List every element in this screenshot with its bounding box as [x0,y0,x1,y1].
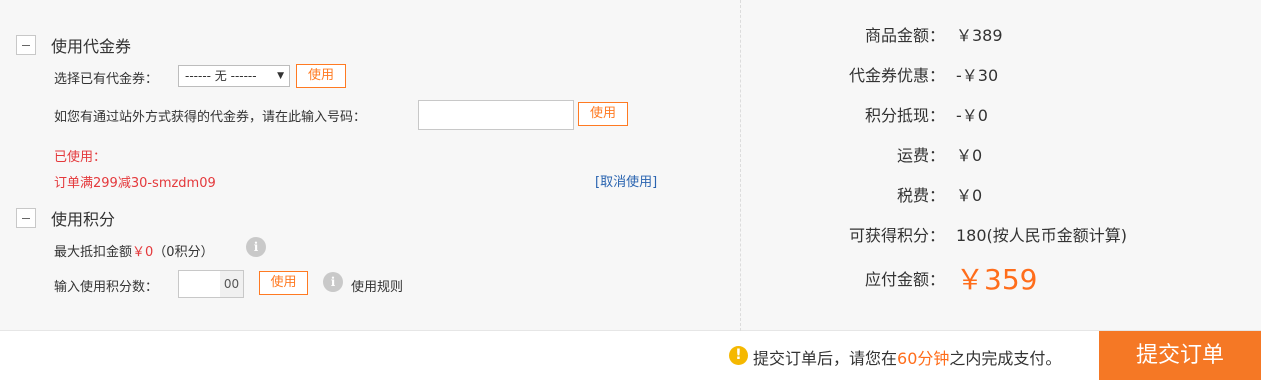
voucher-used-code: 订单满299减30-smzdm09 [54,176,216,191]
summary-label-voucher: 代金券优惠： [848,66,945,85]
points-input-label: 输入使用积分数： [54,280,159,295]
summary-label-earn-points: 可获得积分： [848,226,945,245]
voucher-use-button[interactable]: 使用 [296,64,346,88]
payment-notice: 提交订单后，请您在60分钟之内完成支付。 [753,345,1061,369]
voucher-code-input[interactable] [418,100,574,130]
voucher-used-label: 已使用： [54,150,107,165]
points-rules-link[interactable]: 使用规则 [351,276,403,295]
points-input[interactable] [178,270,221,298]
summary-value-points: -￥0 [956,106,988,125]
points-max-label: 最大抵扣金额 [54,245,133,260]
points-max-amount: ￥0 [132,245,154,260]
voucher-code-use-button[interactable]: 使用 [578,102,628,126]
cancel-voucher-link[interactable]: [取消使用] [595,171,657,190]
dropdown-arrow-icon: ▼ [277,71,284,81]
points-use-button[interactable]: 使用 [259,271,308,295]
points-max-points: （0积分） [153,245,214,260]
summary-value-shipping: ￥0 [956,146,983,165]
voucher-code-label: 如您有通过站外方式获得的代金券，请在此输入号码： [54,110,367,125]
points-collapse-icon[interactable] [16,208,36,228]
notice-post: 之内完成支付。 [949,349,1062,368]
panel-divider [740,0,741,331]
summary-label-tax: 税费： [896,186,945,205]
voucher-select-value: ------ 无 ------ [185,69,257,83]
voucher-collapse-icon[interactable] [16,35,36,55]
info-icon[interactable]: i [246,237,266,257]
summary-value-voucher: -￥30 [956,66,999,85]
summary-value-earn-points: 180(按人民币金额计算) [956,226,1128,245]
voucher-section-title: 使用代金券 [51,37,132,56]
rules-info-icon[interactable]: i [323,272,343,292]
voucher-select-label: 选择已有代金券： [54,72,159,87]
notice-time: 60分钟 [897,349,950,368]
summary-label-shipping: 运费： [896,146,945,165]
warning-icon: ! [729,346,748,365]
points-input-suffix: 00 [220,270,244,298]
summary-value-goods: ￥389 [956,26,1003,45]
notice-pre: 提交订单后，请您在 [753,349,898,368]
summary-value-tax: ￥0 [956,186,983,205]
points-section-title: 使用积分 [51,210,116,229]
summary-total-label: 应付金额： [864,270,945,289]
summary-total-value: ￥359 [956,263,1038,296]
voucher-select[interactable]: ------ 无 ------ ▼ [178,65,290,87]
submit-order-button[interactable]: 提交订单 [1099,331,1261,380]
summary-label-goods: 商品金额： [864,26,945,45]
summary-label-points: 积分抵现： [864,106,945,125]
points-max-row: 最大抵扣金额￥0（0积分） [54,241,214,260]
